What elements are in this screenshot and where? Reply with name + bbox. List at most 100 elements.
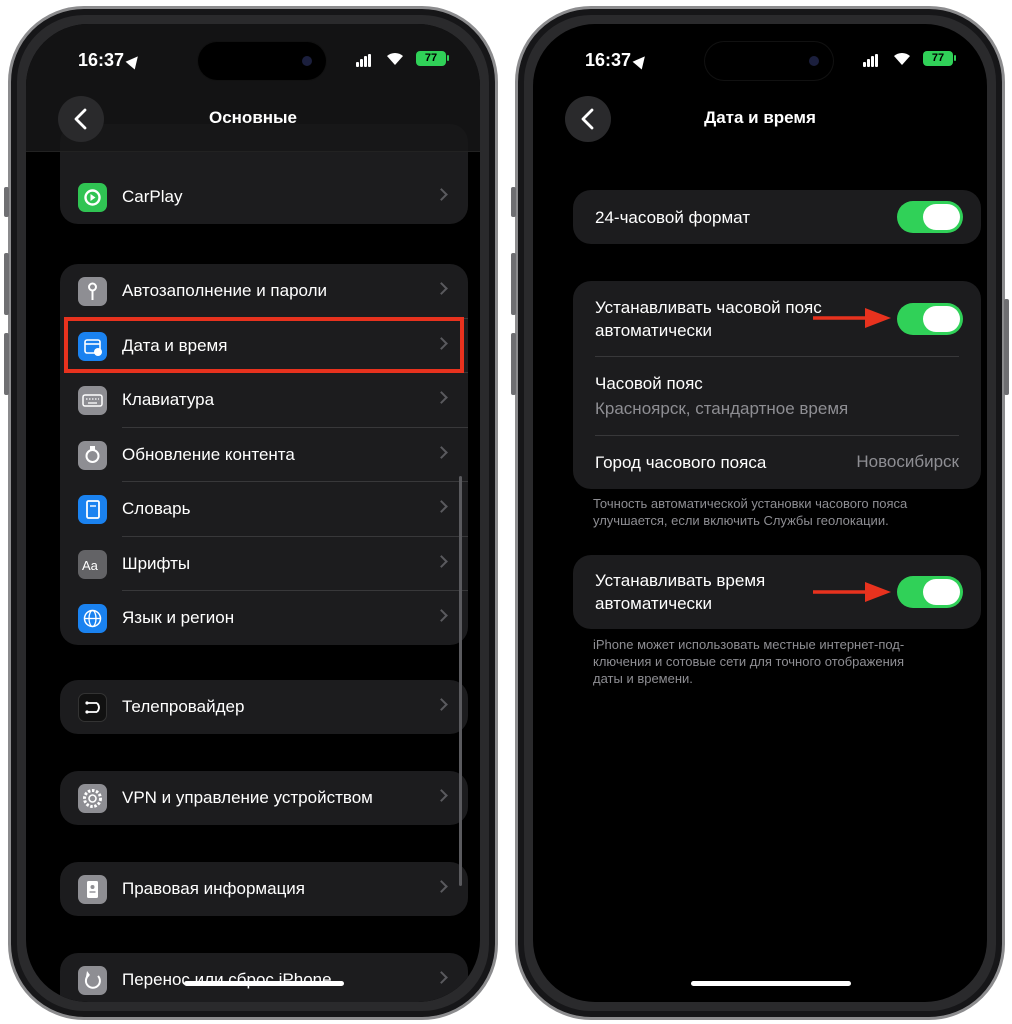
row-separator: [595, 435, 959, 436]
settings-row-label: Шрифты: [122, 553, 191, 573]
red-arrow-pointer: [813, 308, 891, 328]
settings-row-reset[interactable]: Перенос или сброс iPhone: [60, 953, 468, 1002]
camera-lens: [809, 56, 819, 66]
settings-row-carplay[interactable]: CarPlay: [60, 170, 468, 225]
camera-lens: [302, 56, 312, 66]
volume-down-button: [4, 333, 9, 395]
chevron-right-icon: [435, 609, 448, 622]
legal-doc-icon: [78, 875, 107, 904]
settings-row-dictionary[interactable]: Словарь: [60, 482, 468, 537]
fonts-icon: Aa: [78, 549, 107, 579]
chevron-right-icon: [435, 880, 448, 893]
home-indicator[interactable]: [691, 981, 851, 986]
auto-timezone-label: Устанавливать часовой пояс автоматически: [595, 298, 822, 340]
status-bar: 16:37 77: [26, 24, 480, 80]
refresh-app-icon: [78, 440, 107, 470]
chevron-right-icon: [435, 971, 448, 984]
wifi-icon: [894, 52, 910, 65]
chevron-right-icon: [435, 698, 448, 711]
settings-row-fonts[interactable]: Aa Шрифты: [60, 537, 468, 591]
wifi-icon: [387, 52, 403, 65]
settings-row-label: Клавиатура: [122, 390, 215, 409]
power-button: [1004, 299, 1009, 395]
battery-tip: [447, 55, 449, 61]
format-24h-group: 24-часовой формат: [573, 190, 981, 244]
keyboard-icon: [78, 386, 107, 415]
right-screen: 16:37 77 Дата и время 24-часовой формат …: [533, 24, 987, 1002]
left-screen: CarPlay Автозаполнение и пароли Дата и в…: [26, 24, 480, 1002]
cellular-signal-icon: [356, 54, 372, 72]
timezone-label: Часовой пояс: [595, 374, 703, 393]
location-arrow-icon: [632, 52, 650, 70]
timezone-group: Устанавливать часовой пояс автоматически…: [573, 281, 981, 489]
settings-group-tv: Телепровайдер: [60, 680, 468, 734]
settings-group-vpn: VPN и управление устройством: [60, 771, 468, 825]
settings-row-label: Язык и регион: [122, 608, 235, 627]
settings-row-language-region[interactable]: Язык и регион: [60, 591, 468, 646]
key-icon: [78, 277, 107, 306]
chevron-right-icon: [435, 789, 448, 802]
format-24h-toggle[interactable]: [897, 201, 963, 233]
settings-row-label: Словарь: [122, 499, 191, 518]
chevron-right-icon: [435, 500, 448, 513]
tv-provider-icon: [78, 693, 107, 722]
dynamic-island: [705, 42, 833, 80]
location-arrow-icon: [125, 52, 143, 70]
reset-icon: [78, 966, 107, 995]
toggle-knob: [923, 204, 960, 230]
volume-up-button: [4, 253, 9, 315]
auto-time-label: Устанавливать время автоматически: [595, 571, 766, 613]
auto-timezone-toggle[interactable]: [897, 303, 963, 335]
settings-row-legal[interactable]: Правовая информация: [60, 862, 468, 917]
battery-icon: 77: [923, 51, 953, 66]
toggle-knob: [923, 579, 960, 605]
book-icon: [78, 495, 107, 524]
settings-row-vpn[interactable]: VPN и управление устройством: [60, 771, 468, 826]
action-button: [4, 187, 9, 217]
nav-divider: [26, 151, 480, 152]
settings-row-background-refresh[interactable]: Обновление контента: [60, 428, 468, 482]
settings-row-autofill[interactable]: Автозаполнение и пароли: [60, 264, 468, 319]
dynamic-island: [198, 42, 326, 80]
settings-row-label: CarPlay: [122, 187, 183, 206]
battery-icon: 77: [416, 51, 446, 66]
format-24h-label: 24-часовой формат: [595, 208, 750, 227]
status-time: 16:37: [585, 50, 650, 71]
carplay-icon: [78, 183, 107, 212]
cellular-signal-icon: [863, 54, 879, 72]
volume-up-button: [511, 253, 516, 315]
left-phone-frame: CarPlay Автозаполнение и пароли Дата и в…: [4, 6, 498, 1020]
red-arrow-pointer: [813, 582, 891, 602]
timezone-value[interactable]: Красноярск, стандартное время: [595, 399, 848, 419]
chevron-right-icon: [435, 554, 448, 568]
settings-row-label: Перенос или сброс iPhone: [122, 970, 332, 989]
right-phone-frame: 16:37 77 Дата и время 24-часовой формат …: [511, 6, 1009, 1020]
action-button: [511, 187, 516, 217]
svg-text:Aa: Aa: [82, 558, 99, 573]
settings-row-label: Обновление контента: [122, 444, 295, 464]
settings-group-legal: Правовая информация: [60, 862, 468, 916]
settings-row-label: VPN и управление устройством: [122, 788, 373, 807]
settings-row-keyboard[interactable]: Клавиатура: [60, 373, 468, 428]
status-bar: 16:37 77: [533, 24, 987, 80]
highlight-frame: [64, 317, 464, 373]
row-separator: [595, 356, 959, 357]
settings-row-label: Телепровайдер: [122, 697, 245, 716]
chevron-right-icon: [435, 391, 448, 404]
timezone-footnote: Точность автоматической установки часово…: [593, 496, 908, 528]
home-indicator[interactable]: [184, 981, 344, 986]
city-value[interactable]: Новосибирск: [856, 452, 959, 472]
status-time: 16:37: [78, 50, 143, 71]
chevron-right-icon: [435, 188, 448, 201]
page-title: Основные: [208, 108, 298, 127]
settings-row-tv-provider[interactable]: Телепровайдер: [60, 680, 468, 735]
volume-down-button: [511, 333, 516, 395]
settings-row-label: Правовая информация: [122, 879, 306, 898]
auto-time-toggle[interactable]: [897, 576, 963, 608]
page-title: Дата и время: [704, 108, 816, 127]
toggle-knob: [923, 306, 960, 332]
globe-icon: [78, 604, 107, 633]
scroll-indicator[interactable]: [459, 476, 462, 886]
chevron-right-icon: [435, 282, 448, 295]
settings-row-label: Автозаполнение и пароли: [122, 281, 328, 300]
